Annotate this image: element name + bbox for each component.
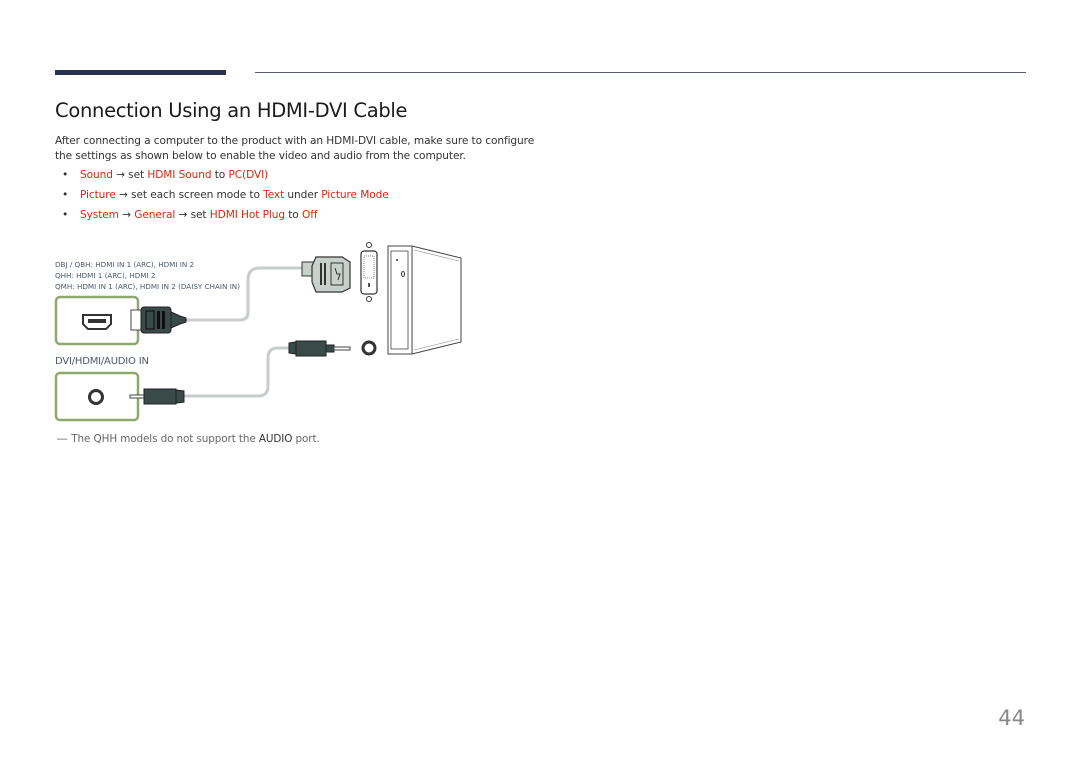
note-text-after: port.	[292, 433, 320, 445]
note-text-before: The QHH models do not support the	[71, 433, 259, 445]
audio-port-label: DVI/HDMI/AUDIO IN	[55, 356, 149, 367]
audio-port-icon	[54, 371, 140, 422]
hdmi-cable	[185, 266, 305, 322]
page-number: 44	[998, 706, 1025, 730]
model-label-dbj: DBJ / QBH: HDMI IN 1 (ARC), HDMI IN 2	[55, 260, 194, 269]
footnote: ― The QHH models do not support the AUDIO…	[57, 433, 320, 445]
model-label-qmh: QMH: HDMI IN 1 (ARC), HDMI IN 2 (DAISY C…	[55, 282, 240, 291]
audio-jack-icon	[361, 340, 377, 356]
hdmi-plug-icon	[130, 306, 187, 334]
audio-cable	[180, 346, 290, 398]
connection-diagram: DBJ / QBH: HDMI IN 1 (ARC), HDMI IN 2 QH…	[54, 242, 462, 422]
model-label-qhh: QHH: HDMI 1 (ARC), HDMI 2	[55, 271, 155, 280]
audio-plug-pc-icon	[288, 340, 351, 357]
note-dash: ―	[57, 433, 68, 445]
hdmi-port-icon	[54, 295, 140, 346]
dvi-port-icon	[360, 242, 378, 302]
dvi-plug-icon	[301, 256, 351, 293]
note-audio-term: AUDIO	[258, 433, 293, 445]
pc-tower-icon	[387, 245, 462, 355]
